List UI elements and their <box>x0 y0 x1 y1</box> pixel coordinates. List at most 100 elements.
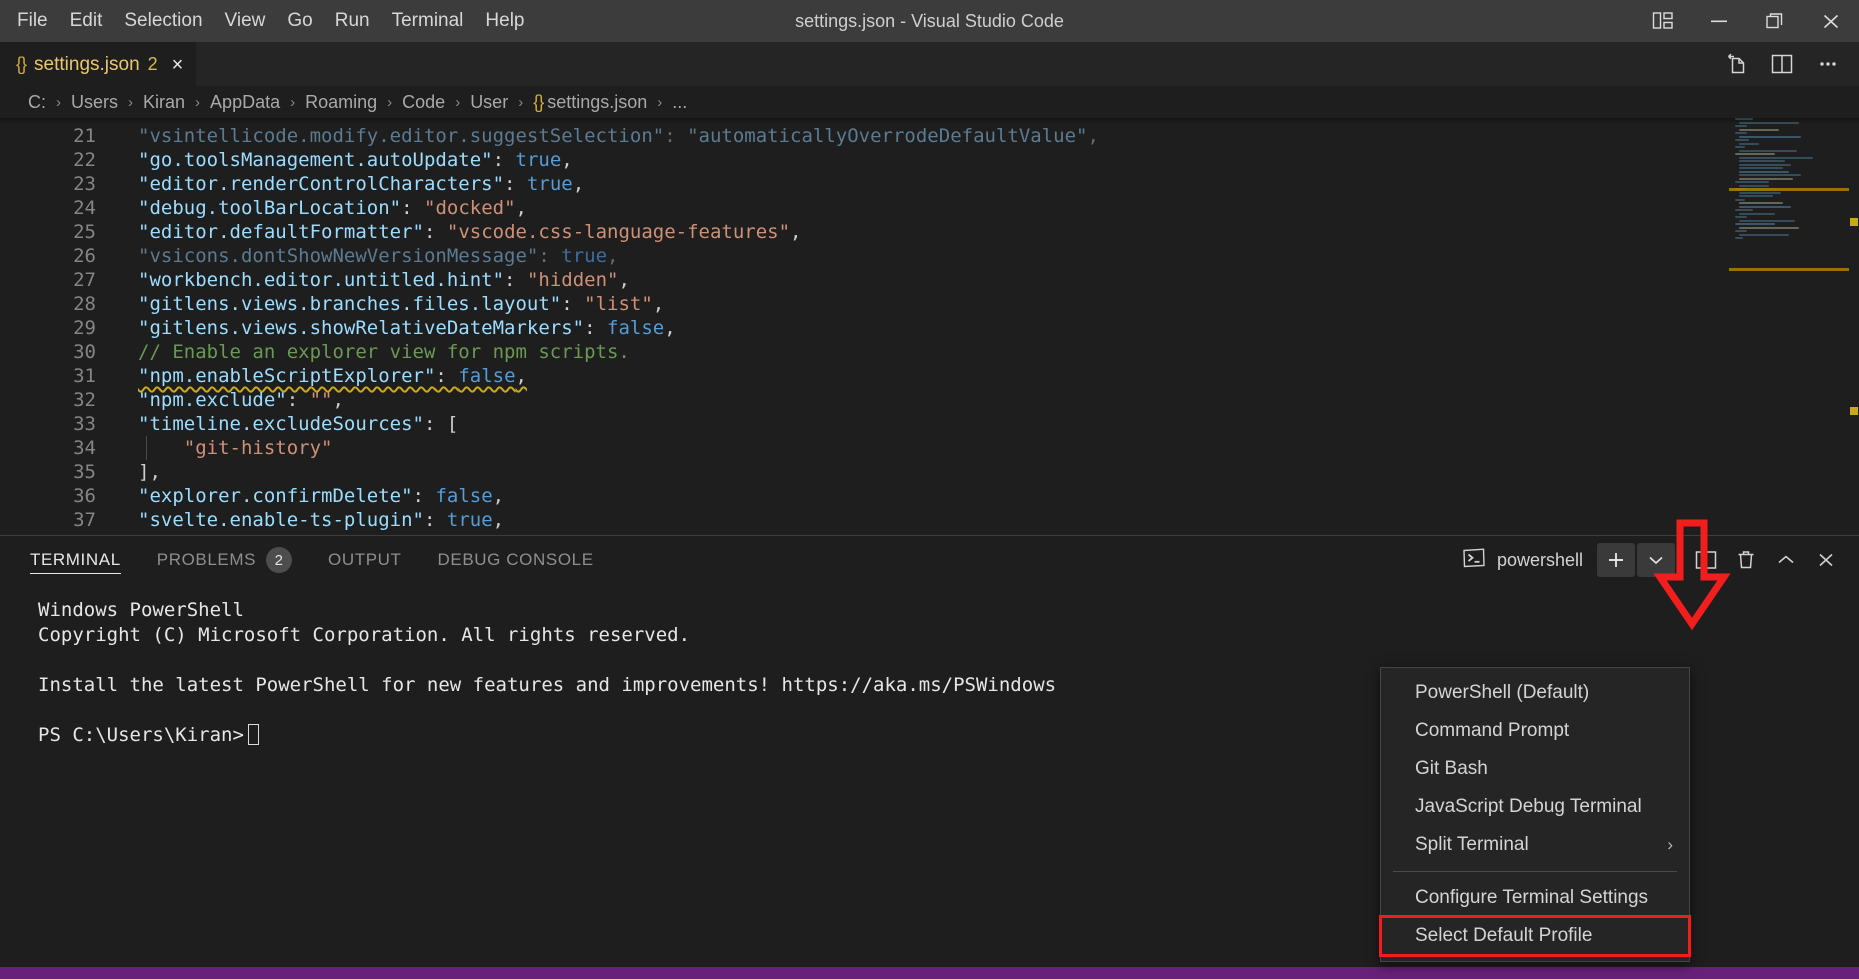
code-line[interactable]: "go.toolsManagement.autoUpdate": true, <box>118 148 1859 172</box>
scroll-shadow <box>0 118 1859 124</box>
code-line[interactable]: // Enable an explorer view for npm scrip… <box>118 340 1859 364</box>
minimap-line <box>1735 125 1747 127</box>
maximize-panel-button[interactable] <box>1767 543 1805 577</box>
code-token: "editor.defaultFormatter" <box>138 221 424 243</box>
menu-item-split-terminal[interactable]: Split Terminal › <box>1381 826 1689 864</box>
code-line[interactable]: "debug.toolBarLocation": "docked", <box>118 196 1859 220</box>
code-line[interactable]: "explorer.confirmDelete": false, <box>118 484 1859 508</box>
active-terminal-label: powershell <box>1496 549 1583 570</box>
breadcrumb-item-4[interactable]: Roaming <box>303 92 379 113</box>
line-number: 36 <box>73 485 96 507</box>
panel-tab-debug-console[interactable]: DEBUG CONSOLE <box>438 536 594 584</box>
breadcrumb-item-overflow[interactable]: ... <box>670 92 689 113</box>
code-line[interactable]: "git-history" <box>118 436 1859 460</box>
code-token: , <box>664 317 676 339</box>
menu-item-selection[interactable]: Selection <box>113 0 213 42</box>
menu-item-powershell-default[interactable]: PowerShell (Default) <box>1381 674 1689 712</box>
code-line[interactable]: "npm.enableScriptExplorer": false, <box>118 364 1859 388</box>
breadcrumb-item-2[interactable]: Kiran <box>141 92 187 113</box>
code-line[interactable]: "npm.exclude": "", <box>118 388 1859 412</box>
code-token: : <box>423 509 447 531</box>
breadcrumb-item-5[interactable]: Code <box>400 92 447 113</box>
minimap[interactable] <box>1729 118 1857 535</box>
menu-item-view[interactable]: View <box>214 0 277 42</box>
menu-item-go[interactable]: Go <box>276 0 323 42</box>
menu-item-configure-terminal-settings[interactable]: Configure Terminal Settings <box>1381 879 1689 917</box>
kill-terminal-button[interactable] <box>1727 543 1765 577</box>
menu-item-javascript-debug-terminal[interactable]: JavaScript Debug Terminal <box>1381 788 1689 826</box>
menu-item-command-prompt[interactable]: Command Prompt <box>1381 712 1689 750</box>
menu-item-help[interactable]: Help <box>474 0 535 42</box>
code-line[interactable]: "timeline.excludeSources": [ <box>118 412 1859 436</box>
close-panel-button[interactable] <box>1807 543 1845 577</box>
menu-item-label: Split Terminal <box>1415 834 1529 855</box>
code-line[interactable]: "svelte.enable-ts-plugin": true, <box>118 508 1859 532</box>
code-token: : <box>492 149 516 171</box>
editor-tab-bar: {} settings.json 2 × <box>0 42 1859 86</box>
vscode-window: File Edit Selection View Go Run Terminal… <box>0 0 1859 979</box>
breadcrumb-separator: › <box>387 93 393 111</box>
code-line[interactable]: "editor.renderControlCharacters": true, <box>118 172 1859 196</box>
code-token: , <box>652 293 665 315</box>
menu-item-terminal[interactable]: Terminal <box>381 0 475 42</box>
code-token: false <box>607 317 665 339</box>
terminal-profile-context-menu[interactable]: PowerShell (Default) Command Prompt Git Ba… <box>1379 667 1691 962</box>
active-terminal-indicator[interactable]: powershell <box>1461 547 1583 574</box>
layout-panel-icon[interactable] <box>1635 0 1691 42</box>
editor-tab-modified-count: 2 <box>147 54 158 74</box>
code-line[interactable]: "vsicons.dontShowNewVersionMessage": tru… <box>118 244 1859 268</box>
maximize-restore-icon[interactable] <box>1747 0 1803 42</box>
line-number: 30 <box>73 341 96 363</box>
split-terminal-button[interactable] <box>1687 543 1725 577</box>
code-line[interactable]: "editor.defaultFormatter": "vscode.css-l… <box>118 220 1859 244</box>
breadcrumb-item-3[interactable]: AppData <box>208 92 282 113</box>
menu-item-run[interactable]: Run <box>324 0 381 42</box>
panel-tab-label: OUTPUT <box>328 550 402 569</box>
breadcrumb-item-6[interactable]: User <box>468 92 510 113</box>
code-editor[interactable]: 21 22 23 24 25 26 27 28 29 30 31 32 33 34 35 36 37 "vsin… <box>0 118 1859 535</box>
minimap-line <box>1735 198 1745 201</box>
panel-tab-problems[interactable]: PROBLEMS 2 <box>157 536 293 584</box>
breadcrumb-separator: › <box>128 93 134 111</box>
minimap-line <box>1735 209 1753 211</box>
code-token: : <box>561 293 585 315</box>
code-token: : <box>504 173 527 195</box>
terminal-profile-dropdown-button[interactable] <box>1637 543 1675 577</box>
menu-item-git-bash[interactable]: Git Bash <box>1381 750 1689 788</box>
new-terminal-button[interactable] <box>1597 543 1635 577</box>
code-token: false <box>458 365 516 387</box>
status-bar[interactable] <box>0 967 1859 979</box>
minimap-line <box>1739 212 1775 215</box>
open-changes-icon[interactable] <box>1723 51 1749 77</box>
breadcrumb-separator: › <box>657 93 663 111</box>
minimap-line <box>1735 216 1747 218</box>
panel-tab-terminal[interactable]: TERMINAL <box>30 536 121 584</box>
line-number: 32 <box>73 389 96 411</box>
overview-ruler[interactable] <box>1849 118 1859 535</box>
menu-item-file[interactable]: File <box>6 0 59 42</box>
more-actions-icon[interactable] <box>1815 52 1841 76</box>
code-token: "" <box>309 389 333 411</box>
code-line[interactable]: "vsintellicode.modify.editor.suggestSele… <box>118 124 1859 148</box>
editor-tab-close-icon[interactable]: × <box>172 55 184 75</box>
code-token: "hidden" <box>526 269 619 291</box>
code-line[interactable]: "workbench.editor.untitled.hint": "hidde… <box>118 268 1859 292</box>
code-line[interactable]: ], <box>118 460 1859 484</box>
breadcrumb-item-file[interactable]: {} settings.json <box>531 92 649 113</box>
menu-item-edit[interactable]: Edit <box>59 0 114 42</box>
close-icon[interactable] <box>1803 0 1859 42</box>
minimize-icon[interactable] <box>1691 0 1747 42</box>
line-number: 28 <box>73 293 96 315</box>
line-number: 37 <box>73 509 96 531</box>
menu-item-select-default-profile[interactable]: Select Default Profile <box>1379 915 1691 957</box>
code-line[interactable]: "gitlens.views.branches.files.layout": "… <box>118 292 1859 316</box>
split-editor-right-icon[interactable] <box>1769 52 1795 76</box>
editor-tab-settings-json[interactable]: {} settings.json 2 × <box>0 42 197 86</box>
panel-tab-output[interactable]: OUTPUT <box>328 536 401 584</box>
code-token: ], <box>138 461 161 483</box>
code-token: : <box>538 245 562 267</box>
breadcrumb-item-0[interactable]: C: <box>26 92 48 113</box>
code-content[interactable]: "vsintellicode.modify.editor.suggestSele… <box>118 118 1859 535</box>
breadcrumb-item-1[interactable]: Users <box>69 92 120 113</box>
code-line[interactable]: "gitlens.views.showRelativeDateMarkers":… <box>118 316 1859 340</box>
